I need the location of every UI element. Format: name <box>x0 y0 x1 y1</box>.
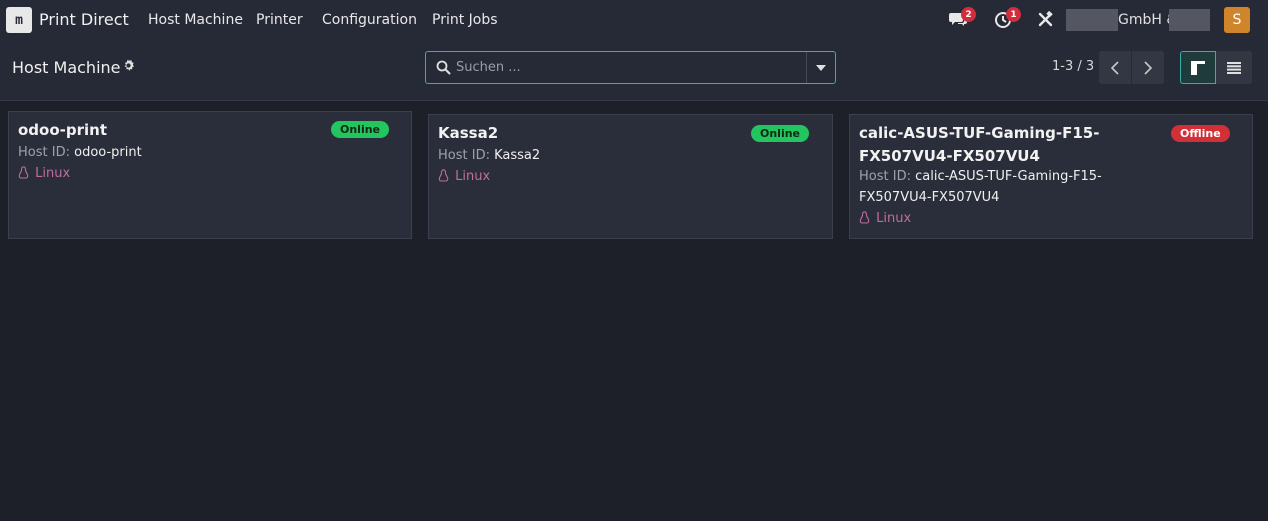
host-name-line-1: calic-ASUS-TUF-Gaming-F15- <box>859 124 1100 142</box>
host-os-label: Linux <box>35 166 71 181</box>
status-badge: Online <box>331 121 390 138</box>
page-title: Host Machine <box>12 58 121 77</box>
host-os: Linux <box>859 208 911 229</box>
caret-down-icon <box>816 64 826 71</box>
search-icon <box>436 60 451 75</box>
chevron-left-icon <box>1111 60 1119 75</box>
activities-button[interactable]: 1 <box>994 7 1021 31</box>
host-id-label: Host ID: <box>859 169 911 184</box>
host-name: Kassa2 <box>438 124 499 142</box>
pager-next-button[interactable] <box>1132 51 1164 84</box>
gear-icon[interactable] <box>122 59 135 72</box>
host-id-value-line-1: calic-ASUS-TUF-Gaming-F15- <box>915 169 1102 184</box>
menu-printer[interactable]: Printer <box>256 12 303 28</box>
user-avatar[interactable]: S <box>1224 7 1250 33</box>
search-input[interactable] <box>456 52 806 83</box>
host-id-value: odoo-print <box>74 145 142 160</box>
linux-icon <box>859 211 870 224</box>
chevron-right-icon <box>1144 60 1152 75</box>
messages-count-badge: 2 <box>961 7 976 22</box>
host-card[interactable]: odoo-print Online Host ID: odoo-print Li… <box>8 111 412 239</box>
linux-icon <box>18 166 29 179</box>
host-os: Linux <box>18 163 70 184</box>
host-id-label: Host ID: <box>438 148 490 163</box>
status-badge: Offline <box>1171 125 1230 142</box>
main-navbar: m Print Direct Host Machine Printer Conf… <box>0 0 1268 40</box>
pager-value[interactable]: 1-3 / 3 <box>1052 59 1094 74</box>
status-badge: Online <box>751 125 810 142</box>
host-name: calic-ASUS-TUF-Gaming-F15- FX507VU4-FX50… <box>859 122 1099 168</box>
menu-print-jobs[interactable]: Print Jobs <box>432 12 498 28</box>
linux-icon <box>438 169 449 182</box>
host-os: Linux <box>438 166 490 187</box>
host-id-value-line-2: FX507VU4-FX507VU4 <box>859 190 1000 205</box>
activities-count-badge: 1 <box>1006 7 1021 22</box>
menu-configuration[interactable]: Configuration <box>322 12 417 28</box>
host-card[interactable]: calic-ASUS-TUF-Gaming-F15- FX507VU4-FX50… <box>849 114 1253 239</box>
app-name[interactable]: Print Direct <box>39 10 129 29</box>
redacted-block <box>1169 9 1210 31</box>
messages-button[interactable]: 2 <box>949 7 976 31</box>
list-icon <box>1227 61 1241 74</box>
host-name: odoo-print <box>18 121 108 139</box>
host-name-line-2: FX507VU4-FX507VU4 <box>859 147 1040 165</box>
host-id-value: Kassa2 <box>494 148 541 163</box>
control-panel: Host Machine 1-3 / 3 <box>0 40 1268 101</box>
search-options-toggle[interactable] <box>806 52 835 83</box>
company-switcher[interactable]: GmbH & <box>1066 9 1210 31</box>
tools-icon <box>1038 11 1053 27</box>
host-os-label: Linux <box>455 169 491 184</box>
search-bar <box>425 51 836 84</box>
host-card[interactable]: Kassa2 Online Host ID: Kassa2 Linux <box>428 114 833 239</box>
list-view-button[interactable] <box>1216 51 1252 84</box>
host-id: Host ID: Kassa2 <box>438 145 540 166</box>
debug-tools-button[interactable] <box>1037 9 1059 31</box>
host-os-label: Linux <box>876 211 912 226</box>
host-id-label: Host ID: <box>18 145 70 160</box>
pager-previous-button[interactable] <box>1099 51 1131 84</box>
redacted-block <box>1066 9 1118 31</box>
kanban-view-button[interactable] <box>1180 51 1216 84</box>
host-id: Host ID: odoo-print <box>18 142 142 163</box>
kanban-icon <box>1191 60 1205 75</box>
menu-host-machine[interactable]: Host Machine <box>148 12 243 28</box>
host-id: Host ID: calic-ASUS-TUF-Gaming-F15- FX50… <box>859 166 1102 208</box>
app-menu-icon[interactable]: m <box>6 7 32 33</box>
